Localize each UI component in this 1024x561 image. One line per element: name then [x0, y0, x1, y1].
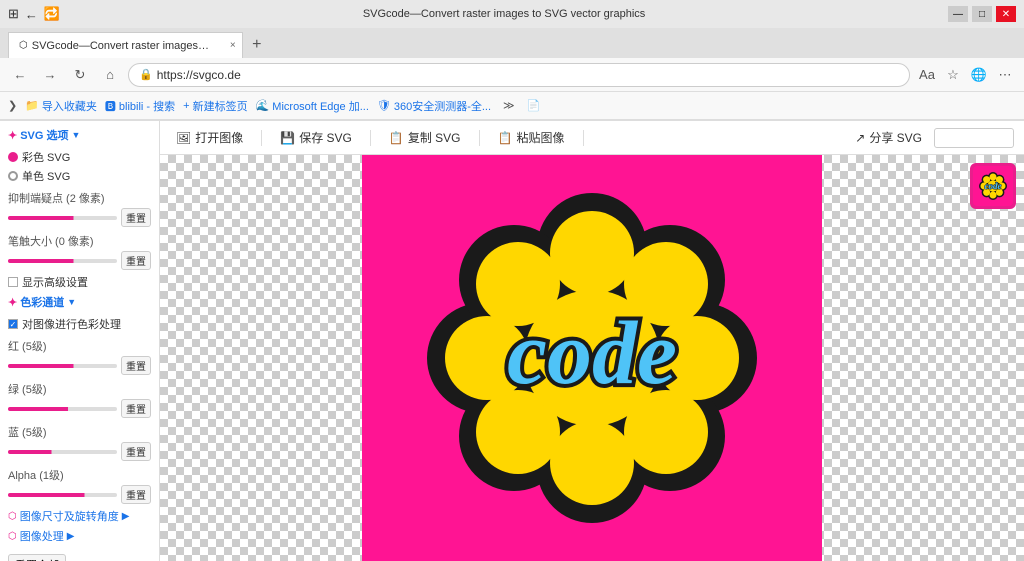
- control-nodes-slider[interactable]: [8, 211, 117, 225]
- red-slider-row: 重置: [8, 356, 151, 375]
- extensions-btn[interactable]: Aa: [916, 64, 938, 86]
- share-bar: ↗ 分享 SVG: [849, 126, 1014, 149]
- mono-svg-option[interactable]: 单色 SVG: [8, 168, 151, 184]
- red-reset[interactable]: 重置: [121, 356, 151, 375]
- nav-icons: Aa ☆ 🌐 ⋯: [916, 64, 1016, 86]
- color-process-checkbox[interactable]: ✓: [8, 319, 18, 329]
- paste-icon: 📋: [498, 131, 513, 145]
- blue-slider-row: 重置: [8, 442, 151, 461]
- svg-text:code: code: [985, 181, 1002, 191]
- copy-icon: 📋: [389, 131, 404, 145]
- show-advanced-checkbox[interactable]: [8, 277, 18, 287]
- tab-bar: ⬡ SVGcode—Convert raster images to SVG v…: [0, 28, 1024, 58]
- forward-btn[interactable]: →: [38, 63, 62, 87]
- toolbar-sep-1: [261, 130, 262, 146]
- blue-slider[interactable]: [8, 445, 117, 459]
- color-process-row[interactable]: ✓ 对图像进行色彩处理: [8, 316, 151, 332]
- tab-close-btn[interactable]: ×: [230, 40, 236, 51]
- color-svg-radio: [8, 152, 18, 162]
- pen-size-label: 笔触大小 (0 像素): [8, 233, 151, 249]
- toolbar-sep-3: [479, 130, 480, 146]
- image-process-link[interactable]: ⬡ 图像处理 ▶: [8, 528, 151, 544]
- favicon-svg: code code: [973, 166, 1013, 206]
- open-image-btn[interactable]: 🖼 打开图像: [170, 126, 249, 149]
- logo-svg: code code: [362, 155, 822, 561]
- collections-btn[interactable]: 🌐: [968, 64, 990, 86]
- image-size-link[interactable]: ⬡ 图像尺寸及旋转角度 ▶: [8, 508, 151, 524]
- toolbar: 🖼 打开图像 💾 保存 SVG 📋 复制 SVG 📋 粘贴图像 ↗: [160, 121, 1024, 155]
- bookmarks-bar: ❯ 📁导入收藏夹 🅱blibili - 搜索 +新建标签页 🌊Microsoft…: [0, 92, 1024, 120]
- bookmark-more[interactable]: ≫: [503, 99, 515, 112]
- pen-size-row: 重置: [8, 251, 151, 270]
- bookmark-edge[interactable]: 🌊Microsoft Edge 加...: [256, 98, 369, 114]
- refresh-btn[interactable]: ↻: [68, 63, 92, 87]
- new-tab-btn[interactable]: +: [243, 32, 271, 58]
- image-process-arrow: ▶: [67, 531, 75, 542]
- image-size-arrow: ▶: [122, 511, 130, 522]
- control-nodes-row: 重置: [8, 208, 151, 227]
- blue-reset[interactable]: 重置: [121, 442, 151, 461]
- save-svg-btn[interactable]: 💾 保存 SVG: [274, 126, 358, 149]
- bookmark-360[interactable]: 🛡360安全测测器-全...: [377, 98, 491, 114]
- bookmark-import[interactable]: 📁导入收藏夹: [25, 98, 97, 114]
- pen-size-reset[interactable]: 重置: [121, 251, 151, 270]
- active-tab[interactable]: ⬡ SVGcode—Convert raster images to SVG v…: [8, 32, 243, 58]
- open-image-icon: 🖼: [176, 131, 191, 145]
- bookmark-file[interactable]: 📄: [527, 99, 541, 112]
- svg-options-title[interactable]: ✦ SVG 选项 ▼: [8, 127, 151, 143]
- window-title: SVGcode—Convert raster images to SVG vec…: [66, 8, 942, 20]
- bookmark-newtab[interactable]: +新建标签页: [183, 98, 247, 114]
- save-icon: 💾: [280, 131, 295, 145]
- share-input[interactable]: [934, 128, 1014, 148]
- svg-text:code: code: [507, 304, 677, 403]
- nav-bar: ← → ↻ ⌂ 🔒 https://svgco.de Aa ☆ 🌐 ⋯: [0, 58, 1024, 92]
- main-canvas: code code: [160, 155, 1024, 561]
- green-label: 绿 (5级): [8, 381, 151, 397]
- show-advanced-row[interactable]: 显示高级设置: [8, 274, 151, 290]
- blue-label: 蓝 (5级): [8, 424, 151, 440]
- minimize-btn[interactable]: —: [948, 6, 968, 22]
- toolbar-sep-2: [370, 130, 371, 146]
- close-btn[interactable]: ✕: [996, 6, 1016, 22]
- green-reset[interactable]: 重置: [121, 399, 151, 418]
- red-slider[interactable]: [8, 359, 117, 373]
- green-slider[interactable]: [8, 402, 117, 416]
- control-nodes-label: 抑制端疑点 (2 像素): [8, 190, 151, 206]
- paste-image-btn[interactable]: 📋 粘贴图像: [492, 126, 571, 149]
- green-slider-row: 重置: [8, 399, 151, 418]
- settings-btn[interactable]: ⋯: [994, 64, 1016, 86]
- alpha-label: Alpha (1级): [8, 467, 151, 483]
- alpha-reset[interactable]: 重置: [121, 485, 151, 504]
- red-label: 红 (5级): [8, 338, 151, 354]
- color-channels-title[interactable]: ✦ 色彩通道 ▼: [8, 294, 151, 310]
- copy-svg-btn[interactable]: 📋 复制 SVG: [383, 126, 467, 149]
- back-btn[interactable]: ←: [8, 63, 32, 87]
- window-controls: — □ ✕: [948, 6, 1016, 22]
- color-svg-option[interactable]: 彩色 SVG: [8, 149, 151, 165]
- alpha-slider-row: 重置: [8, 485, 151, 504]
- bookmark-bilibili[interactable]: 🅱blibili - 搜索: [105, 98, 175, 114]
- title-bar: ⊞ ← 🔁 SVGcode—Convert raster images to S…: [0, 0, 1024, 28]
- share-icon: ↗: [855, 131, 865, 145]
- toolbar-sep-4: [583, 130, 584, 146]
- favicon-preview: code code: [970, 163, 1016, 209]
- control-nodes-reset[interactable]: 重置: [121, 208, 151, 227]
- reset-all-btn[interactable]: 重置全部: [8, 554, 66, 561]
- maximize-btn[interactable]: □: [972, 6, 992, 22]
- home-btn[interactable]: ⌂: [98, 63, 122, 87]
- address-bar[interactable]: 🔒 https://svgco.de: [128, 63, 910, 87]
- alpha-slider[interactable]: [8, 488, 117, 502]
- sidebar-toggle[interactable]: ❯: [8, 99, 17, 112]
- sidebar: ✦ SVG 选项 ▼ 彩色 SVG 单色 SVG 抑制端疑点 (2 像素) 重置…: [0, 121, 160, 561]
- share-svg-btn[interactable]: ↗ 分享 SVG: [849, 126, 928, 149]
- mono-svg-radio: [8, 171, 18, 181]
- favorites-btn[interactable]: ☆: [942, 64, 964, 86]
- pen-size-slider[interactable]: [8, 254, 117, 268]
